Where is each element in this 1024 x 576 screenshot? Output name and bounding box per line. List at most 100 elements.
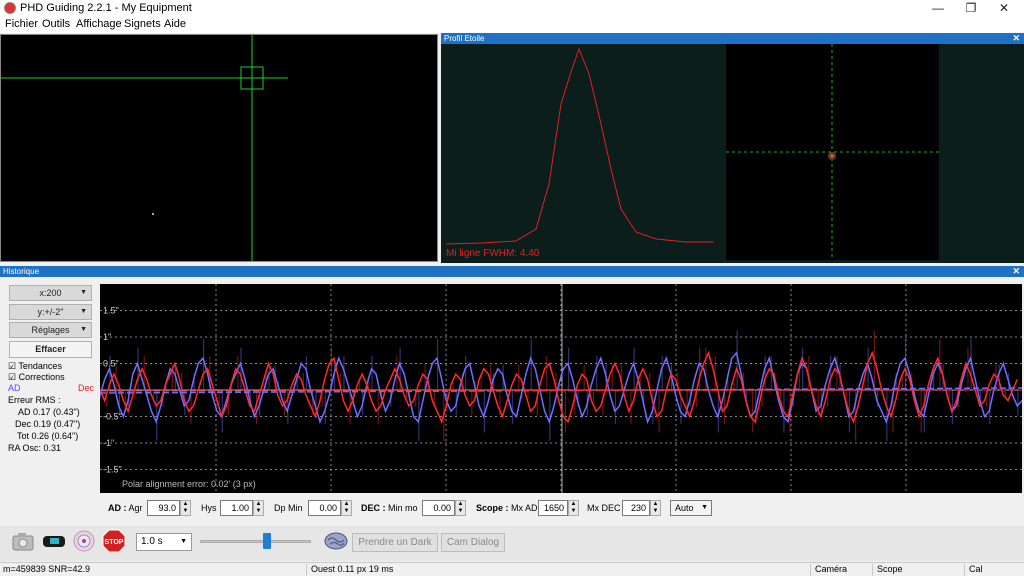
history-close-icon[interactable]: ✕ xyxy=(1012,266,1020,277)
hysteresis-stepper[interactable]: ▲ ▼ xyxy=(253,500,264,516)
menu-fichier[interactable]: Fichier xyxy=(5,18,38,30)
ra-correction-bar xyxy=(886,390,888,441)
close-button[interactable]: ✕ xyxy=(988,0,1020,17)
dec-section-label: DEC : Min mo xyxy=(361,503,418,513)
profile-title: Profil Etoile xyxy=(444,34,485,43)
dec-correction-bar xyxy=(948,390,950,399)
dec-mode-select[interactable]: Auto ▼ xyxy=(670,500,712,516)
menu-aide[interactable]: Aide xyxy=(164,18,186,30)
rms-ra: AD 0.17 (0.43") xyxy=(18,407,80,417)
star-dot xyxy=(152,213,154,215)
settings-dropdown[interactable]: Réglages ▼ xyxy=(9,322,92,338)
profile-plot xyxy=(445,44,939,260)
profile-close-icon[interactable]: ✕ xyxy=(1012,33,1020,44)
y-scale-dropdown[interactable]: y:+/-2" ▼ xyxy=(9,304,92,320)
rms-total: Tot 0.26 (0.64") xyxy=(17,431,79,441)
ad-section-label: AD : Agr xyxy=(108,503,143,513)
guide-crosshair xyxy=(1,35,288,261)
maximize-button[interactable]: ❐ xyxy=(955,0,987,17)
window-title: PHD Guiding 2.2.1 - My Equipment xyxy=(20,2,192,14)
status-bar: m=459839 SNR=42.9 Ouest 0.11 px 19 ms Ca… xyxy=(0,562,1024,576)
exposure-select[interactable]: 1.0 s ▼ xyxy=(136,533,192,551)
dec-min-move-input[interactable]: 0.00 xyxy=(422,500,455,516)
history-title: Historique xyxy=(3,267,40,276)
ra-correction-bar xyxy=(830,356,832,390)
chevron-down-icon: ▼ xyxy=(80,289,87,296)
hysteresis-input[interactable]: 1.00 xyxy=(220,500,253,516)
scope-section-label: Scope : Mx AD xyxy=(476,503,538,513)
menu-affichage[interactable]: Affichage xyxy=(76,18,122,30)
status-guide-info: Ouest 0.11 px 19 ms xyxy=(311,564,394,574)
y-tick-label: 1" xyxy=(103,332,111,342)
max-dec-duration-input[interactable]: 230 xyxy=(622,500,650,516)
menu-outils[interactable]: Outils xyxy=(42,18,70,30)
star-profile-panel: Profil Etoile ✕ Mi ligne FWHM: 4.40 xyxy=(441,33,1024,263)
app-icon xyxy=(4,2,16,14)
take-dark-button[interactable]: Prendre un Dark xyxy=(352,533,438,552)
cam-dialog-button[interactable]: Cam Dialog xyxy=(441,533,505,552)
camera-view[interactable] xyxy=(0,34,438,262)
dec-correction-bar xyxy=(546,356,548,390)
polar-alignment-error: Polar alignment error: 0.02' (3 px) xyxy=(122,479,256,489)
ra-correction-bar xyxy=(530,339,532,390)
rms-header: Erreur RMS : xyxy=(8,395,61,405)
ra-aggressiveness-stepper[interactable]: ▲ ▼ xyxy=(180,500,191,516)
ra-correction-bar xyxy=(465,356,467,390)
chevron-down-icon: ▼ xyxy=(180,538,187,545)
ra-correction-bar xyxy=(118,390,120,416)
dec-min-move-stepper[interactable]: ▲ ▼ xyxy=(455,500,466,516)
ra-correction-bar xyxy=(802,347,804,390)
loop-camera-icon[interactable] xyxy=(10,528,36,554)
y-tick-label: 1.5" xyxy=(103,306,119,316)
ra-correction-bar xyxy=(951,390,953,424)
brain-icon[interactable] xyxy=(323,528,349,554)
dec-correction-bar xyxy=(836,356,838,390)
ra-min-move-stepper[interactable]: ▲ ▼ xyxy=(341,500,352,516)
dec-correction-bar xyxy=(845,390,847,399)
profile-header: Profil Etoile ✕ xyxy=(441,33,1024,44)
dec-correction-bar xyxy=(733,381,735,390)
status-star-info: m=459839 SNR=42.9 xyxy=(3,564,91,574)
fwhm-label: Mi ligne FWHM: 4.40 xyxy=(446,248,540,259)
ra-correction-bar xyxy=(549,390,551,441)
trends-checkbox[interactable]: ☑ Tendances xyxy=(8,361,62,372)
mxdec-label: Mx DEC xyxy=(587,503,621,513)
ra-correction-bar xyxy=(764,356,766,390)
dec-correction-bar xyxy=(377,390,379,424)
dec-correction-bar xyxy=(752,390,754,433)
stop-icon[interactable]: STOP xyxy=(101,528,127,554)
chevron-down-icon: ▼ xyxy=(80,308,87,315)
ra-correction-bar xyxy=(998,364,1000,390)
ra-correction-bar xyxy=(371,356,373,390)
dec-correction-bar xyxy=(564,390,567,433)
dec-correction-bar xyxy=(780,390,782,399)
max-dec-duration-stepper[interactable]: ▲ ▼ xyxy=(650,500,661,516)
svg-text:STOP: STOP xyxy=(105,539,124,546)
ra-correction-bar xyxy=(699,347,701,390)
history-graph[interactable]: 1.5" 1" 0.5" -0.5" -1" -1.5" Polar alignment … xyxy=(100,284,1022,493)
x-scale-dropdown[interactable]: x:200 ▼ xyxy=(9,285,92,301)
dpmin-label: Dp Min xyxy=(274,503,303,513)
ra-oscillation: RA Osc: 0.31 xyxy=(8,443,62,453)
gamma-slider-track[interactable] xyxy=(200,540,311,543)
status-calibration: Cal xyxy=(969,564,983,574)
menu-signets[interactable]: Signets xyxy=(124,18,161,30)
ra-correction-bar xyxy=(661,356,663,390)
profile-curve xyxy=(445,47,714,245)
ra-legend: AD xyxy=(8,383,21,393)
max-ra-duration-stepper[interactable]: ▲ ▼ xyxy=(568,500,579,516)
max-ra-duration-input[interactable]: 1650 xyxy=(538,500,568,516)
clear-button[interactable]: Effacer xyxy=(9,341,92,358)
ra-correction-bar xyxy=(1017,390,1019,416)
corrections-checkbox[interactable]: ☑ Corrections xyxy=(8,372,65,383)
status-scope: Scope xyxy=(877,564,903,574)
guide-target-icon[interactable] xyxy=(71,528,97,554)
gamma-slider-thumb[interactable] xyxy=(263,533,271,549)
ra-correction-bar xyxy=(904,339,907,390)
y-tick-label: -1.5" xyxy=(103,465,122,475)
auto-select-star-icon[interactable] xyxy=(41,528,67,554)
chevron-down-icon: ▼ xyxy=(80,326,87,333)
minimize-button[interactable]: — xyxy=(922,0,954,17)
ra-min-move-input[interactable]: 0.00 xyxy=(308,500,341,516)
ra-aggressiveness-input[interactable]: 93.0 xyxy=(147,500,180,516)
